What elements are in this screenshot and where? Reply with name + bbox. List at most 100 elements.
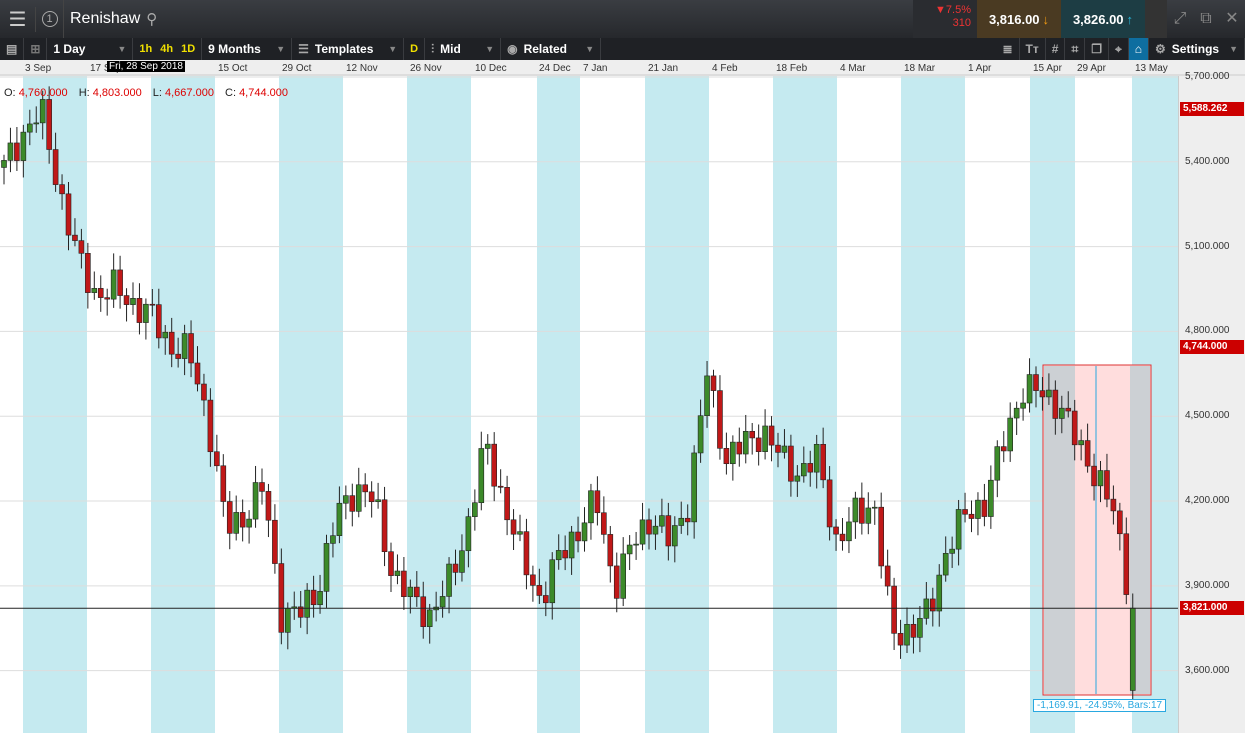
y-tick-label: 3,900.000: [1185, 579, 1230, 591]
candle-body: [1007, 417, 1014, 452]
y-tick-label: 3,600.000: [1185, 664, 1230, 676]
candle-body: [452, 563, 459, 573]
week-band: [773, 76, 837, 733]
candle-body: [272, 519, 278, 564]
candle-body: [607, 534, 614, 567]
draw-grid-icon[interactable]: ⌗: [1065, 38, 1086, 60]
candle-body: [633, 543, 639, 546]
candle-body: [981, 499, 988, 517]
candle-body: [110, 269, 117, 300]
candle-body: [581, 522, 588, 542]
candle-body: [117, 269, 123, 296]
candle-body: [343, 495, 349, 504]
candle-body: [768, 425, 775, 446]
candle-body: [704, 375, 710, 416]
quick-1d[interactable]: 1D: [181, 43, 195, 55]
candle-body: [678, 517, 685, 526]
candle-body: [839, 533, 846, 542]
x-tick-label: 3 Sep: [25, 63, 52, 74]
price-axis[interactable]: 5,700.000 5,400.000 5,100.000 4,800.000 4,50…: [1178, 71, 1245, 733]
crosshair-date-tooltip: Fri, 28 Sep 2018: [107, 61, 185, 72]
price-chart[interactable]: [0, 76, 1178, 733]
layout-button[interactable]: ⊞: [24, 38, 48, 60]
candle-body: [259, 482, 265, 492]
windows-icon[interactable]: ❐: [1085, 38, 1109, 60]
candle-body: [742, 431, 749, 455]
candle-body: [942, 553, 949, 576]
x-tick-label: 15 Oct: [218, 63, 248, 74]
settings-select[interactable]: ⚙ Settings ▼: [1149, 38, 1245, 60]
list-view-button[interactable]: ▤: [0, 38, 25, 60]
date-axis[interactable]: 3 Sep 17 Sep 15 Oct 29 Oct 12 Nov 26 Nov 10 De…: [0, 60, 1245, 76]
candle-body: [588, 490, 594, 524]
indicator-list-icon[interactable]: ≣: [996, 38, 1020, 60]
candle-body: [388, 551, 394, 576]
candle-body: [871, 506, 878, 509]
candle-body: [691, 452, 697, 523]
d-button[interactable]: D: [404, 38, 426, 60]
candle-body: [536, 585, 543, 596]
templates-select[interactable]: ☰ Templates ▼: [292, 38, 405, 60]
candle-body: [800, 463, 807, 477]
price-type-select[interactable]: ⫶ Mid ▼: [425, 38, 502, 60]
candle-body: [549, 559, 556, 604]
candle-body: [929, 598, 936, 612]
maximize-button[interactable]: ⤢: [1167, 0, 1193, 38]
tag-icon[interactable]: ⌂: [1128, 38, 1149, 60]
related-select[interactable]: ◉ Related ▼: [501, 38, 602, 60]
candle-body: [684, 517, 691, 523]
candle-body: [201, 383, 207, 401]
down-arrow-icon: ↓: [1042, 11, 1050, 27]
candle-body: [846, 521, 852, 542]
search-icon[interactable]: ⚲: [146, 10, 157, 28]
close-button[interactable]: ✕: [1219, 0, 1245, 38]
candle-body: [375, 499, 381, 503]
sell-button[interactable]: 3,816.00 ↓: [977, 0, 1061, 38]
candle-body: [749, 431, 756, 439]
range-select[interactable]: 9 Months ▼: [202, 38, 293, 60]
candle-body: [394, 570, 401, 576]
candle-body: [510, 519, 517, 535]
instrument-title[interactable]: Renishaw: [70, 10, 140, 28]
candle-body: [233, 512, 239, 534]
candle-body: [523, 531, 530, 576]
candle-body: [194, 362, 201, 385]
grid-icon[interactable]: #: [1046, 38, 1066, 60]
buy-button[interactable]: 3,826.00 ↑: [1061, 0, 1145, 38]
candle-body: [323, 543, 330, 592]
candle-body: [33, 122, 40, 125]
candle-body: [284, 607, 291, 633]
gear-icon: ⚙: [1155, 42, 1166, 56]
candle-body: [736, 441, 743, 455]
x-tick-label: 26 Nov: [410, 63, 442, 74]
candle-body: [407, 586, 414, 597]
candle-body: [497, 485, 504, 488]
quick-4h[interactable]: 4h: [160, 43, 173, 55]
candle-body: [542, 595, 549, 604]
text-size-icon[interactable]: Tт: [1020, 38, 1046, 60]
window-number-badge[interactable]: 1: [36, 0, 64, 38]
volume-bars-icon: [1145, 0, 1167, 38]
candle-body: [26, 123, 33, 133]
candle-body: [665, 515, 672, 547]
candle-body: [639, 519, 646, 545]
candle-body: [994, 446, 1001, 481]
candle-body: [936, 574, 943, 612]
y-tick-label: 4,200.000: [1185, 495, 1230, 507]
crosshair-icon[interactable]: ⌖: [1109, 38, 1129, 60]
candle-body: [859, 497, 865, 524]
y-tick-label: 5,400.000: [1185, 155, 1230, 167]
interval-select[interactable]: 1 Day ▼: [47, 38, 134, 60]
week-band: [279, 76, 343, 733]
candle-body: [723, 448, 730, 465]
x-tick-label: 1 Apr: [968, 63, 992, 74]
menu-button[interactable]: ☰: [0, 6, 36, 32]
candle-body: [472, 502, 478, 517]
candle-body: [988, 479, 994, 517]
candle-body: [910, 623, 917, 638]
candle-body: [1104, 470, 1110, 500]
popout-button[interactable]: ⧉: [1193, 0, 1219, 38]
candle-body: [697, 415, 704, 454]
quick-1h[interactable]: 1h: [139, 43, 152, 55]
candle-body: [175, 353, 181, 359]
